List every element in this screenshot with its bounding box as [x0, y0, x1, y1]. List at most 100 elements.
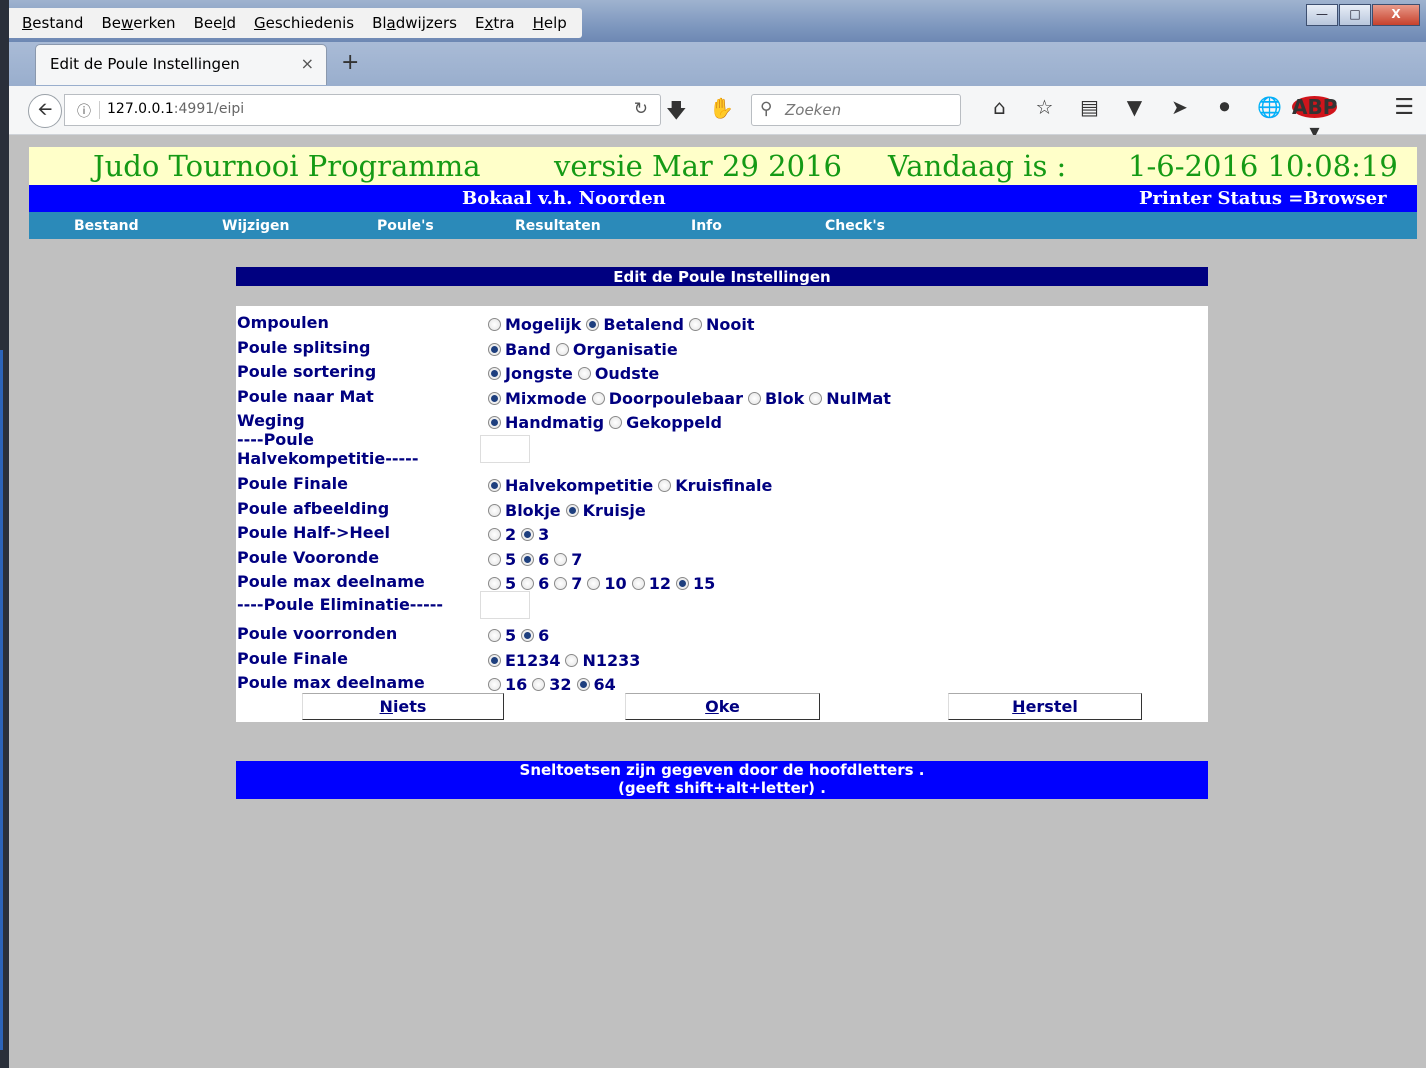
radio-button[interactable]: [488, 678, 501, 691]
radio-button[interactable]: [565, 654, 579, 667]
nav-poules[interactable]: Poule's: [377, 218, 434, 234]
option-label[interactable]: 2: [505, 525, 516, 544]
option-label[interactable]: 12: [649, 574, 671, 593]
option-label[interactable]: 5: [505, 550, 516, 569]
option-label[interactable]: Kruisje: [583, 501, 646, 520]
option-label[interactable]: 6: [538, 626, 549, 645]
menu-item[interactable]: Beeld: [185, 8, 245, 38]
menu-item[interactable]: Geschiedenis: [245, 8, 363, 38]
herstel-button[interactable]: Herstel: [948, 693, 1142, 720]
oke-button[interactable]: Oke: [625, 693, 820, 720]
download-arrow-icon[interactable]: 🡇: [666, 96, 687, 130]
option-label[interactable]: 6: [538, 550, 549, 569]
radio-button[interactable]: [532, 678, 546, 691]
radio-button[interactable]: [488, 479, 501, 492]
option-label[interactable]: Blok: [765, 389, 804, 408]
radio-button[interactable]: [488, 367, 501, 380]
radio-button[interactable]: [488, 343, 501, 356]
radio-button[interactable]: [488, 629, 501, 642]
new-tab-icon[interactable]: +: [341, 50, 359, 75]
menu-item[interactable]: Bewerken: [92, 8, 184, 38]
back-arrow-icon[interactable]: 🡨: [28, 94, 62, 128]
radio-button[interactable]: [587, 577, 601, 590]
nav-bestand[interactable]: Bestand: [74, 218, 139, 234]
close-window-icon[interactable]: X: [1372, 4, 1420, 26]
option-label[interactable]: Handmatig: [505, 413, 604, 432]
menu-item[interactable]: Bladwijzers: [363, 8, 466, 38]
option-label[interactable]: 64: [594, 675, 616, 694]
radio-button[interactable]: [554, 553, 568, 566]
radio-button[interactable]: [488, 654, 501, 667]
address-bar[interactable]: ⓘ 127.0.0.1:4991/eipi ↻: [64, 94, 661, 126]
nav-checks[interactable]: Check's: [825, 218, 885, 234]
option-label[interactable]: Betalend: [603, 315, 684, 334]
menu-item[interactable]: Extra: [466, 8, 524, 38]
option-label[interactable]: 5: [505, 626, 516, 645]
option-label[interactable]: E1234: [505, 651, 560, 670]
menu-hamburger-icon[interactable]: ☰: [1394, 95, 1414, 120]
option-label[interactable]: 6: [538, 574, 549, 593]
extension-hand-icon[interactable]: ✋: [709, 96, 734, 120]
menu-item[interactable]: Help: [524, 8, 576, 38]
radio-button[interactable]: [675, 577, 689, 590]
radio-button[interactable]: [488, 577, 501, 590]
radio-button[interactable]: [521, 629, 535, 642]
option-label[interactable]: 5: [505, 574, 516, 593]
option-label[interactable]: Doorpoulebaar: [609, 389, 743, 408]
radio-button[interactable]: [488, 553, 501, 566]
option-label[interactable]: 3: [538, 525, 549, 544]
option-label[interactable]: 10: [604, 574, 626, 593]
option-label[interactable]: Band: [505, 340, 551, 359]
radio-button[interactable]: [658, 479, 672, 492]
option-label[interactable]: 15: [693, 574, 715, 593]
maximize-icon[interactable]: □: [1339, 4, 1371, 26]
option-label[interactable]: 7: [571, 550, 582, 569]
radio-button[interactable]: [488, 392, 501, 405]
radio-button[interactable]: [809, 392, 823, 405]
menu-item[interactable]: Bestand: [13, 8, 92, 38]
nav-resultaten[interactable]: Resultaten: [515, 218, 601, 234]
search-box[interactable]: ⚲ Zoeken: [751, 94, 961, 126]
option-label[interactable]: Gekoppeld: [626, 413, 722, 432]
reload-icon[interactable]: ↻: [634, 99, 648, 119]
nav-info[interactable]: Info: [691, 218, 722, 234]
minimize-icon[interactable]: —: [1306, 4, 1338, 26]
radio-button[interactable]: [586, 318, 600, 331]
radio-button[interactable]: [565, 504, 579, 517]
tab-active[interactable]: Edit de Poule Instellingen ×: [35, 44, 327, 85]
radio-button[interactable]: [747, 392, 761, 405]
option-label[interactable]: Kruisfinale: [675, 476, 772, 495]
radio-button[interactable]: [688, 318, 702, 331]
option-label[interactable]: NulMat: [826, 389, 891, 408]
radio-button[interactable]: [576, 678, 590, 691]
option-label[interactable]: N1233: [582, 651, 640, 670]
radio-button[interactable]: [488, 504, 501, 517]
option-label[interactable]: Organisatie: [573, 340, 678, 359]
option-label[interactable]: Jongste: [505, 364, 573, 383]
radio-button[interactable]: [591, 392, 605, 405]
radio-button[interactable]: [554, 577, 568, 590]
close-tab-icon[interactable]: ×: [301, 54, 314, 73]
radio-button[interactable]: [631, 577, 645, 590]
radio-button[interactable]: [488, 416, 501, 429]
option-label[interactable]: 7: [571, 574, 582, 593]
option-label[interactable]: 16: [505, 675, 527, 694]
option-label[interactable]: Blokje: [505, 501, 561, 520]
radio-button[interactable]: [488, 318, 501, 331]
nav-wijzigen[interactable]: Wijzigen: [222, 218, 289, 234]
option-label[interactable]: Nooit: [706, 315, 755, 334]
radio-button[interactable]: [555, 343, 569, 356]
option-label[interactable]: Halvekompetitie: [505, 476, 653, 495]
radio-button[interactable]: [488, 528, 501, 541]
option-label[interactable]: Mixmode: [505, 389, 587, 408]
radio-button[interactable]: [521, 528, 535, 541]
option-label[interactable]: Oudste: [595, 364, 659, 383]
radio-button[interactable]: [521, 553, 535, 566]
niets-button[interactable]: Niets: [302, 693, 504, 720]
radio-button[interactable]: [609, 416, 623, 429]
radio-button[interactable]: [521, 577, 535, 590]
site-info-icon[interactable]: ⓘ: [77, 101, 91, 121]
radio-button[interactable]: [577, 367, 591, 380]
option-label[interactable]: Mogelijk: [505, 315, 581, 334]
option-label[interactable]: 32: [549, 675, 571, 694]
